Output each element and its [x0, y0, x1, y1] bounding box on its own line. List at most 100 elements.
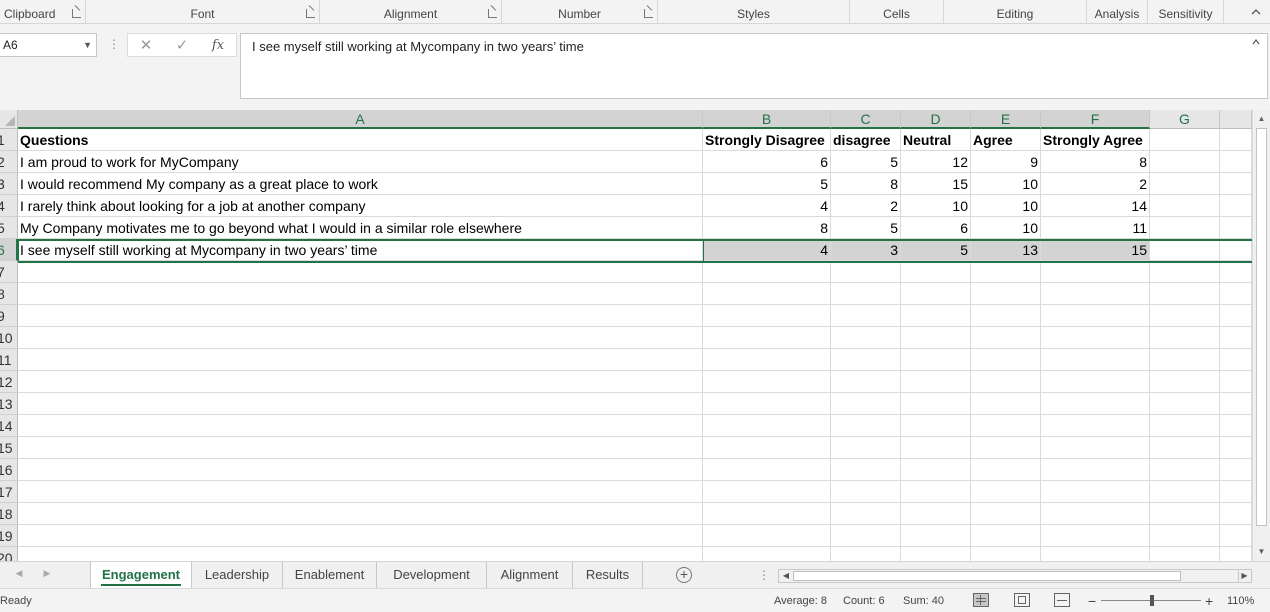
cancel-icon[interactable]: ✕ — [134, 36, 158, 56]
empty-cell[interactable] — [1220, 305, 1252, 327]
empty-cell[interactable] — [703, 349, 831, 371]
empty-cell[interactable] — [831, 283, 901, 305]
empty-cell[interactable] — [971, 481, 1041, 503]
empty-cell[interactable] — [901, 283, 971, 305]
insert-function-icon[interactable]: fx — [206, 36, 230, 56]
empty-cell[interactable] — [1220, 437, 1252, 459]
empty-cell[interactable] — [901, 503, 971, 525]
empty-cell[interactable] — [1150, 437, 1220, 459]
value-cell[interactable]: 10 — [901, 195, 971, 217]
value-cell[interactable]: 14 — [1041, 195, 1150, 217]
empty-cell[interactable] — [703, 547, 831, 561]
empty-cell[interactable] — [18, 437, 703, 459]
empty-cell[interactable] — [1220, 459, 1252, 481]
empty-cell[interactable] — [18, 349, 703, 371]
empty-cell[interactable] — [1220, 481, 1252, 503]
empty-cell[interactable] — [18, 283, 703, 305]
empty-cell[interactable] — [1041, 503, 1150, 525]
row-header-9[interactable]: 9 — [0, 305, 18, 327]
empty-cell[interactable] — [1220, 503, 1252, 525]
zoom-out-button[interactable]: − — [1088, 589, 1096, 612]
empty-cell[interactable] — [1220, 261, 1252, 283]
header-cell[interactable]: disagree — [831, 129, 901, 151]
empty-cell[interactable] — [703, 481, 831, 503]
scroll-left-icon[interactable]: ◀ — [780, 570, 792, 582]
empty-cell[interactable] — [1150, 415, 1220, 437]
empty-cell[interactable] — [1150, 547, 1220, 561]
empty-cell[interactable] — [1041, 305, 1150, 327]
value-cell[interactable]: 8 — [703, 217, 831, 239]
column-header-f[interactable]: F — [1041, 110, 1150, 129]
name-box[interactable]: A6 ▼ — [0, 33, 97, 57]
empty-cell[interactable] — [1150, 217, 1220, 239]
chevron-up-icon[interactable] — [1250, 6, 1262, 18]
row-header-20[interactable]: 20 — [0, 547, 18, 561]
column-header-a[interactable]: A — [18, 110, 703, 129]
empty-cell[interactable] — [1150, 151, 1220, 173]
value-cell[interactable]: 13 — [971, 239, 1041, 261]
value-cell[interactable]: 15 — [901, 173, 971, 195]
tab-development[interactable]: Development — [377, 562, 487, 588]
empty-cell[interactable] — [1220, 129, 1252, 151]
row-header-16[interactable]: 16 — [0, 459, 18, 481]
value-cell[interactable]: 2 — [831, 195, 901, 217]
tab-results[interactable]: Results — [573, 562, 643, 588]
empty-cell[interactable] — [1041, 261, 1150, 283]
value-cell[interactable]: 5 — [703, 173, 831, 195]
empty-cell[interactable] — [1041, 371, 1150, 393]
empty-cell[interactable] — [971, 283, 1041, 305]
column-header-e[interactable]: E — [971, 110, 1041, 129]
row-header-13[interactable]: 13 — [0, 393, 18, 415]
row-header-10[interactable]: 10 — [0, 327, 18, 349]
row-header-6[interactable]: 6 — [0, 239, 18, 261]
page-layout-view-icon[interactable] — [1014, 593, 1030, 607]
column-header-g[interactable]: G — [1150, 110, 1220, 129]
empty-cell[interactable] — [1041, 525, 1150, 547]
empty-cell[interactable] — [1150, 481, 1220, 503]
empty-cell[interactable] — [18, 393, 703, 415]
empty-cell[interactable] — [901, 547, 971, 561]
empty-cell[interactable] — [901, 349, 971, 371]
column-header-b[interactable]: B — [703, 110, 831, 129]
question-cell[interactable]: My Company motivates me to go beyond wha… — [18, 217, 703, 239]
row-header-7[interactable]: 7 — [0, 261, 18, 283]
empty-cell[interactable] — [703, 437, 831, 459]
empty-cell[interactable] — [1041, 437, 1150, 459]
question-cell[interactable]: I rarely think about looking for a job a… — [18, 195, 703, 217]
empty-cell[interactable] — [831, 547, 901, 561]
empty-cell[interactable] — [703, 371, 831, 393]
value-cell[interactable]: 5 — [831, 151, 901, 173]
tab-engagement[interactable]: Engagement — [90, 562, 192, 588]
empty-cell[interactable] — [971, 305, 1041, 327]
row-header-14[interactable]: 14 — [0, 415, 18, 437]
tab-scroll-right-icon[interactable]: ▶ — [40, 568, 54, 579]
value-cell[interactable]: 6 — [703, 151, 831, 173]
empty-cell[interactable] — [1041, 481, 1150, 503]
formula-bar-grip-icon[interactable]: ⋮ — [108, 38, 120, 50]
scroll-up-icon[interactable]: ▲ — [1253, 112, 1270, 126]
value-cell[interactable]: 4 — [703, 239, 831, 261]
row-header-4[interactable]: 4 — [0, 195, 18, 217]
empty-cell[interactable] — [901, 415, 971, 437]
empty-cell[interactable] — [1150, 129, 1220, 151]
row-header-2[interactable]: 2 — [0, 151, 18, 173]
question-cell[interactable]: I am proud to work for MyCompany — [18, 151, 703, 173]
empty-cell[interactable] — [971, 415, 1041, 437]
empty-cell[interactable] — [1220, 327, 1252, 349]
empty-cell[interactable] — [901, 525, 971, 547]
value-cell[interactable]: 15 — [1041, 239, 1150, 261]
value-cell[interactable]: 10 — [971, 217, 1041, 239]
row-header-12[interactable]: 12 — [0, 371, 18, 393]
empty-cell[interactable] — [901, 481, 971, 503]
empty-cell[interactable] — [1150, 195, 1220, 217]
empty-cell[interactable] — [1220, 547, 1252, 561]
empty-cell[interactable] — [1150, 239, 1220, 261]
header-cell[interactable]: Strongly Disagree — [703, 129, 831, 151]
empty-cell[interactable] — [18, 327, 703, 349]
empty-cell[interactable] — [971, 437, 1041, 459]
empty-cell[interactable] — [971, 393, 1041, 415]
empty-cell[interactable] — [18, 305, 703, 327]
empty-cell[interactable] — [901, 305, 971, 327]
empty-cell[interactable] — [971, 459, 1041, 481]
empty-cell[interactable] — [703, 459, 831, 481]
